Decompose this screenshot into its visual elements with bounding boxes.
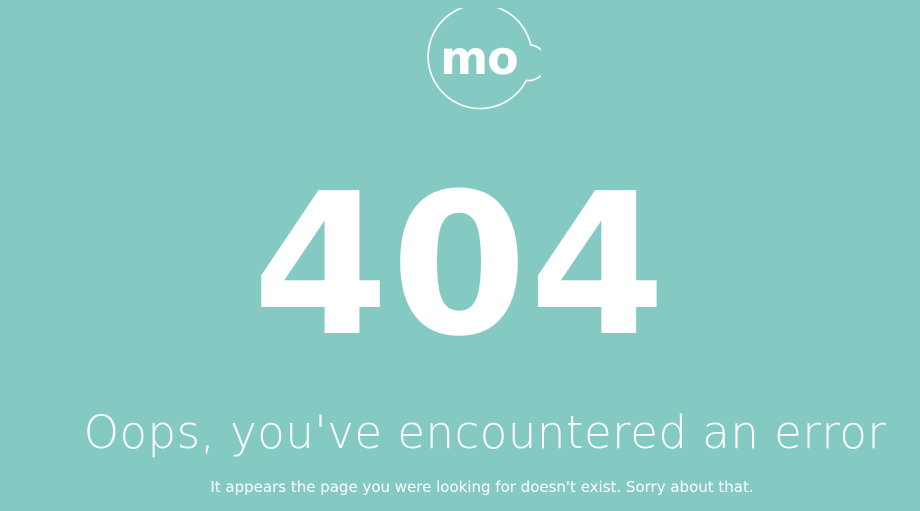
logo-text: mo [440,31,519,85]
brand-logo[interactable]: mo [421,8,541,114]
error-code: 404 [252,152,668,380]
error-message: It appears the page you were looking for… [210,478,754,496]
error-headline: Oops, you've encountered an error [83,406,887,459]
